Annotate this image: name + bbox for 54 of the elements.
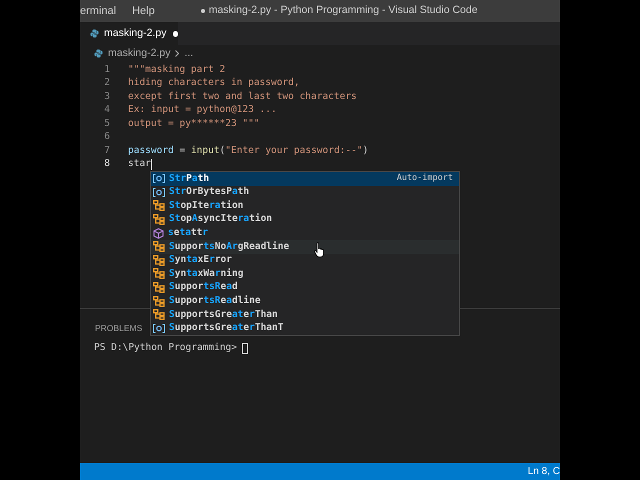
editor-tab[interactable]: masking-2.py (80, 22, 178, 45)
code-line: output = py******23 """ (128, 116, 260, 131)
window-title: masking-2.py - Python Programming - Visual Studio Code (208, 3, 478, 18)
code-line: hiding characters in password, (128, 76, 300, 90)
suggestion-item[interactable]: setattr (151, 226, 459, 240)
menu-item[interactable]: erminal (80, 2, 124, 20)
code-line: """masking part 2 (128, 62, 226, 77)
suggestion-item[interactable]: SupportsReadline (151, 294, 459, 308)
line-number: 7 (103, 144, 110, 158)
line-number: 8 (103, 157, 110, 172)
variable-icon (153, 174, 165, 184)
line-number: 4 (103, 103, 110, 118)
cube-icon (153, 228, 164, 239)
hand-pointer-icon (314, 242, 325, 258)
line-number: 2 (103, 76, 110, 90)
code-line: Ex: input = python@123 ... (128, 103, 277, 118)
breadcrumb-item[interactable]: masking-2.py (108, 46, 170, 62)
code-line: password = input("Enter your password:--") (128, 144, 368, 158)
python-icon (94, 49, 103, 58)
terminal-prompt: PS D:\Python Programming> (94, 341, 237, 355)
code-line: star (128, 157, 152, 172)
suggestion-detail: Auto-import (396, 172, 453, 186)
variable-icon (153, 188, 165, 197)
line-number: 1 (103, 62, 110, 77)
suggestion-item[interactable]: StrPath Auto-import (151, 172, 459, 186)
cursor-position[interactable]: Ln 8, C (528, 464, 560, 479)
class-icon (153, 268, 165, 280)
variable-icon (153, 324, 165, 333)
suggestion-item[interactable]: SupportsGreaterThan (151, 308, 459, 322)
class-icon (153, 282, 165, 294)
class-icon (153, 309, 165, 320)
line-number: 5 (103, 116, 110, 131)
class-icon (153, 214, 165, 226)
class-icon (153, 296, 165, 307)
python-icon (90, 29, 99, 38)
suggestion-item[interactable]: SyntaxE rror (151, 254, 459, 268)
class-icon (153, 241, 165, 252)
suggestion-item[interactable]: SupportsNoArgReadline (151, 240, 459, 254)
suggestion-item[interactable]: SupportsGreaterThanT (151, 322, 459, 336)
breadcrumb-item[interactable]: ... (184, 46, 194, 62)
code-line: except first two and last two characters (128, 90, 357, 104)
suggestion-item[interactable]: SupportsRead (151, 280, 459, 294)
suggestion-item[interactable]: SyntaxWarning (151, 267, 459, 281)
terminal-cursor (242, 342, 248, 354)
suggestion-item[interactable]: StopAsyncIteration (151, 212, 459, 226)
panel-tab[interactable]: PROBLEMS (95, 322, 142, 335)
menu-item[interactable]: Help (124, 2, 163, 20)
suggestion-item[interactable]: StrOrBytesPath (151, 186, 459, 200)
line-number: 3 (103, 90, 110, 104)
class-icon (153, 254, 165, 266)
chevron-icon (175, 50, 180, 57)
line-number: 6 (103, 130, 110, 144)
suggestion-item[interactable]: StopIteration (151, 199, 459, 213)
class-icon (153, 200, 165, 212)
